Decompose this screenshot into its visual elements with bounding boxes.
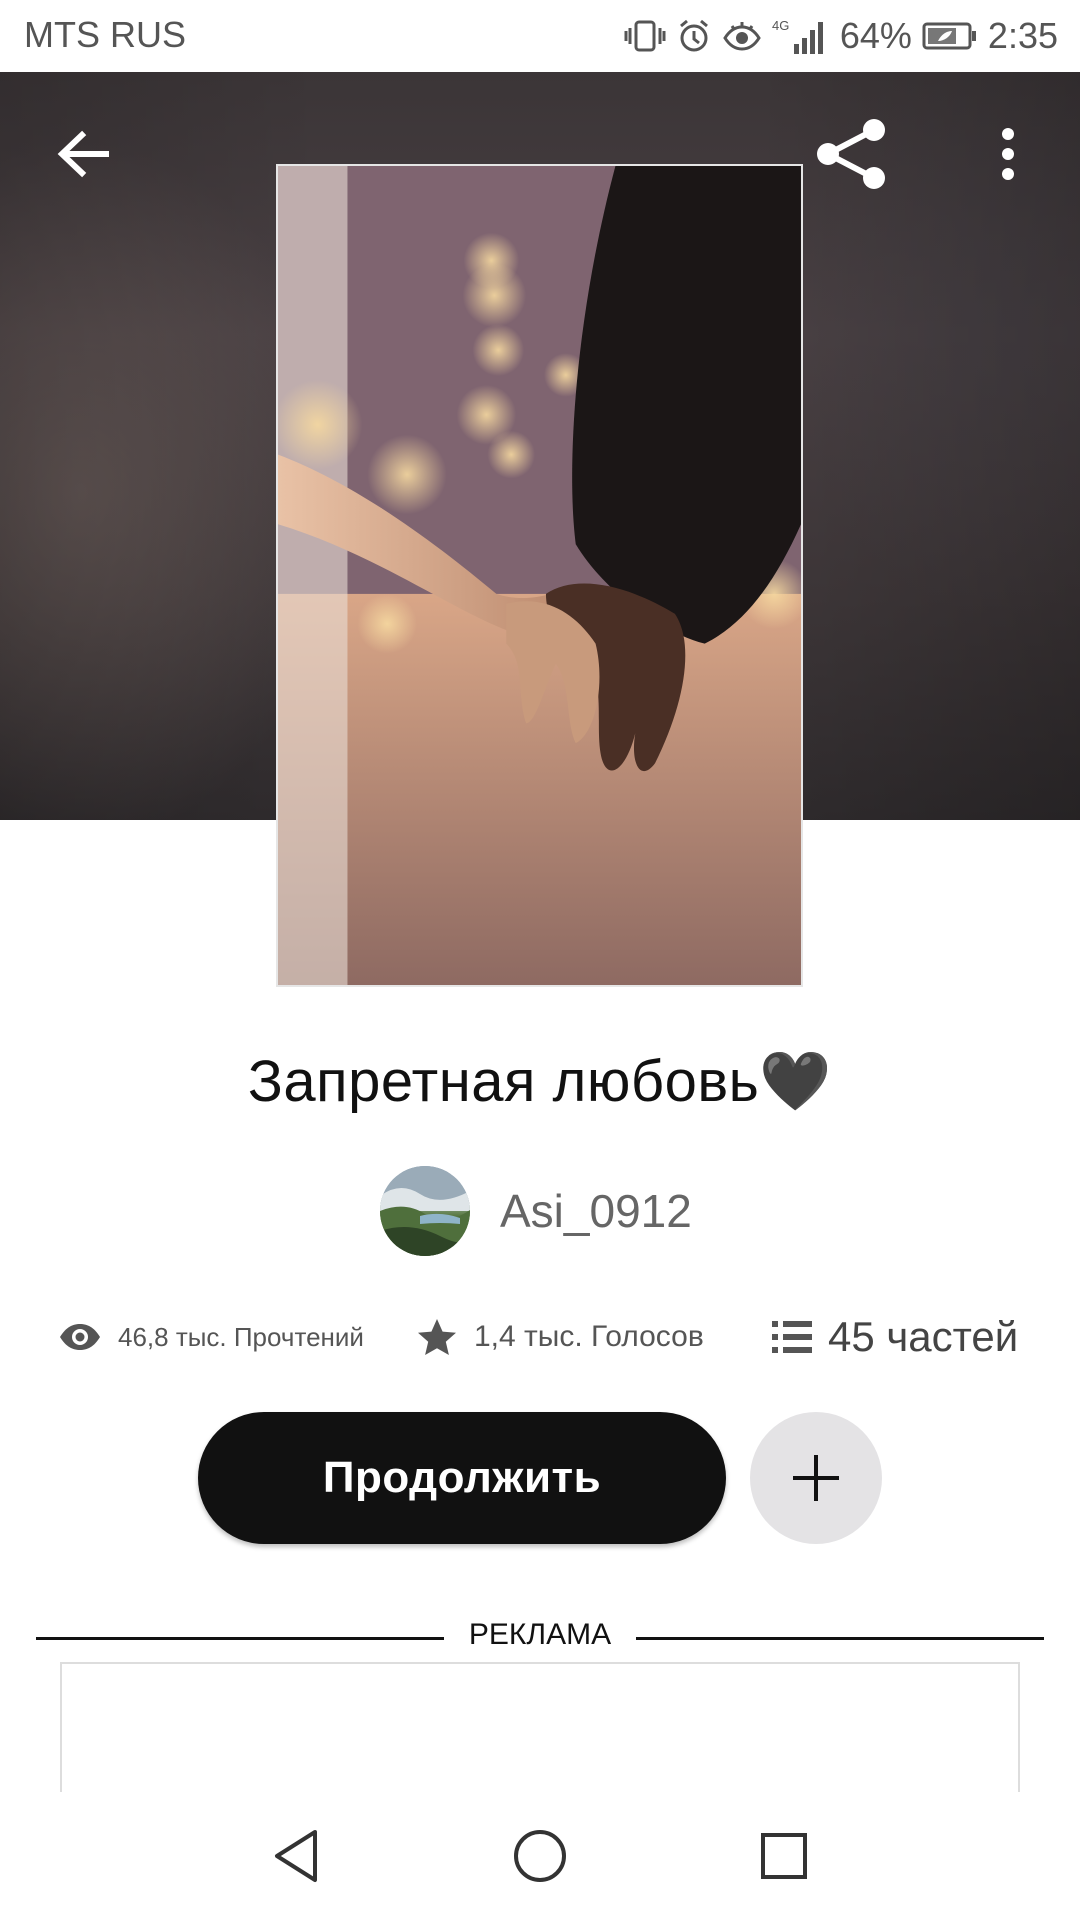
author-link[interactable]: Asi_0912 — [380, 1165, 692, 1257]
author-avatar[interactable] — [380, 1166, 470, 1256]
star-icon — [418, 1319, 456, 1355]
system-nav-bar — [0, 1792, 1080, 1920]
square-recents-icon — [761, 1833, 807, 1879]
nav-back-button[interactable] — [256, 1816, 336, 1896]
parts-stat[interactable]: 45 частей — [772, 1305, 1018, 1369]
holding-hands-photo — [278, 166, 801, 985]
story-title: Запретная любовь🖤 — [247, 1049, 833, 1114]
battery-percent: 64% — [839, 15, 912, 56]
share-icon — [817, 119, 885, 189]
status-icons: 4G 64% 2:35 — [624, 12, 1058, 60]
eye-icon — [60, 1324, 100, 1350]
arrow-left-icon — [57, 130, 109, 178]
more-vertical-icon — [1002, 128, 1014, 180]
story-stats: 46,8 тыс. Прочтений 1,4 тыс. Голосов 45 … — [0, 1305, 1080, 1369]
circle-home-icon — [514, 1830, 566, 1882]
network-type: 4G — [772, 18, 789, 33]
author-name[interactable]: Asi_0912 — [500, 1184, 692, 1238]
parts-count[interactable]: 45 частей — [828, 1313, 1018, 1361]
back-button[interactable] — [36, 106, 132, 202]
clock: 2:35 — [987, 15, 1058, 56]
list-icon — [772, 1321, 812, 1353]
carrier-name: MTS RUS — [24, 14, 186, 55]
votes-stat: 1,4 тыс. Голосов — [416, 1305, 704, 1369]
share-button[interactable] — [804, 106, 900, 202]
votes-count: 1,4 тыс. Голосов — [474, 1320, 704, 1353]
eye-comfort-icon — [722, 18, 762, 54]
divider-line-right — [636, 1637, 1044, 1640]
triangle-back-icon — [275, 1830, 317, 1882]
alarm-icon — [676, 18, 712, 54]
nav-home-button[interactable] — [500, 1816, 580, 1896]
plus-icon — [793, 1455, 839, 1501]
signal-icon: 4G — [772, 16, 830, 56]
reads-stat: 46,8 тыс. Прочтений — [58, 1305, 364, 1369]
ad-label: РЕКЛАМА — [468, 1618, 612, 1651]
vibrate-icon — [624, 18, 666, 54]
story-cover-image[interactable] — [276, 164, 803, 987]
nav-recents-button[interactable] — [744, 1816, 824, 1896]
reads-count: 46,8 тыс. Прочтений — [118, 1321, 364, 1352]
battery-icon — [922, 21, 978, 51]
landscape-photo — [380, 1166, 470, 1256]
divider-line-left — [36, 1637, 444, 1640]
status-bar: MTS RUS 4G 64% 2:35 — [0, 0, 1080, 72]
ad-divider: РЕКЛАМА — [36, 1618, 1044, 1658]
more-options-button[interactable] — [960, 106, 1056, 202]
add-to-library-button[interactable] — [750, 1412, 882, 1544]
continue-reading-button[interactable]: Продолжить — [198, 1412, 726, 1544]
